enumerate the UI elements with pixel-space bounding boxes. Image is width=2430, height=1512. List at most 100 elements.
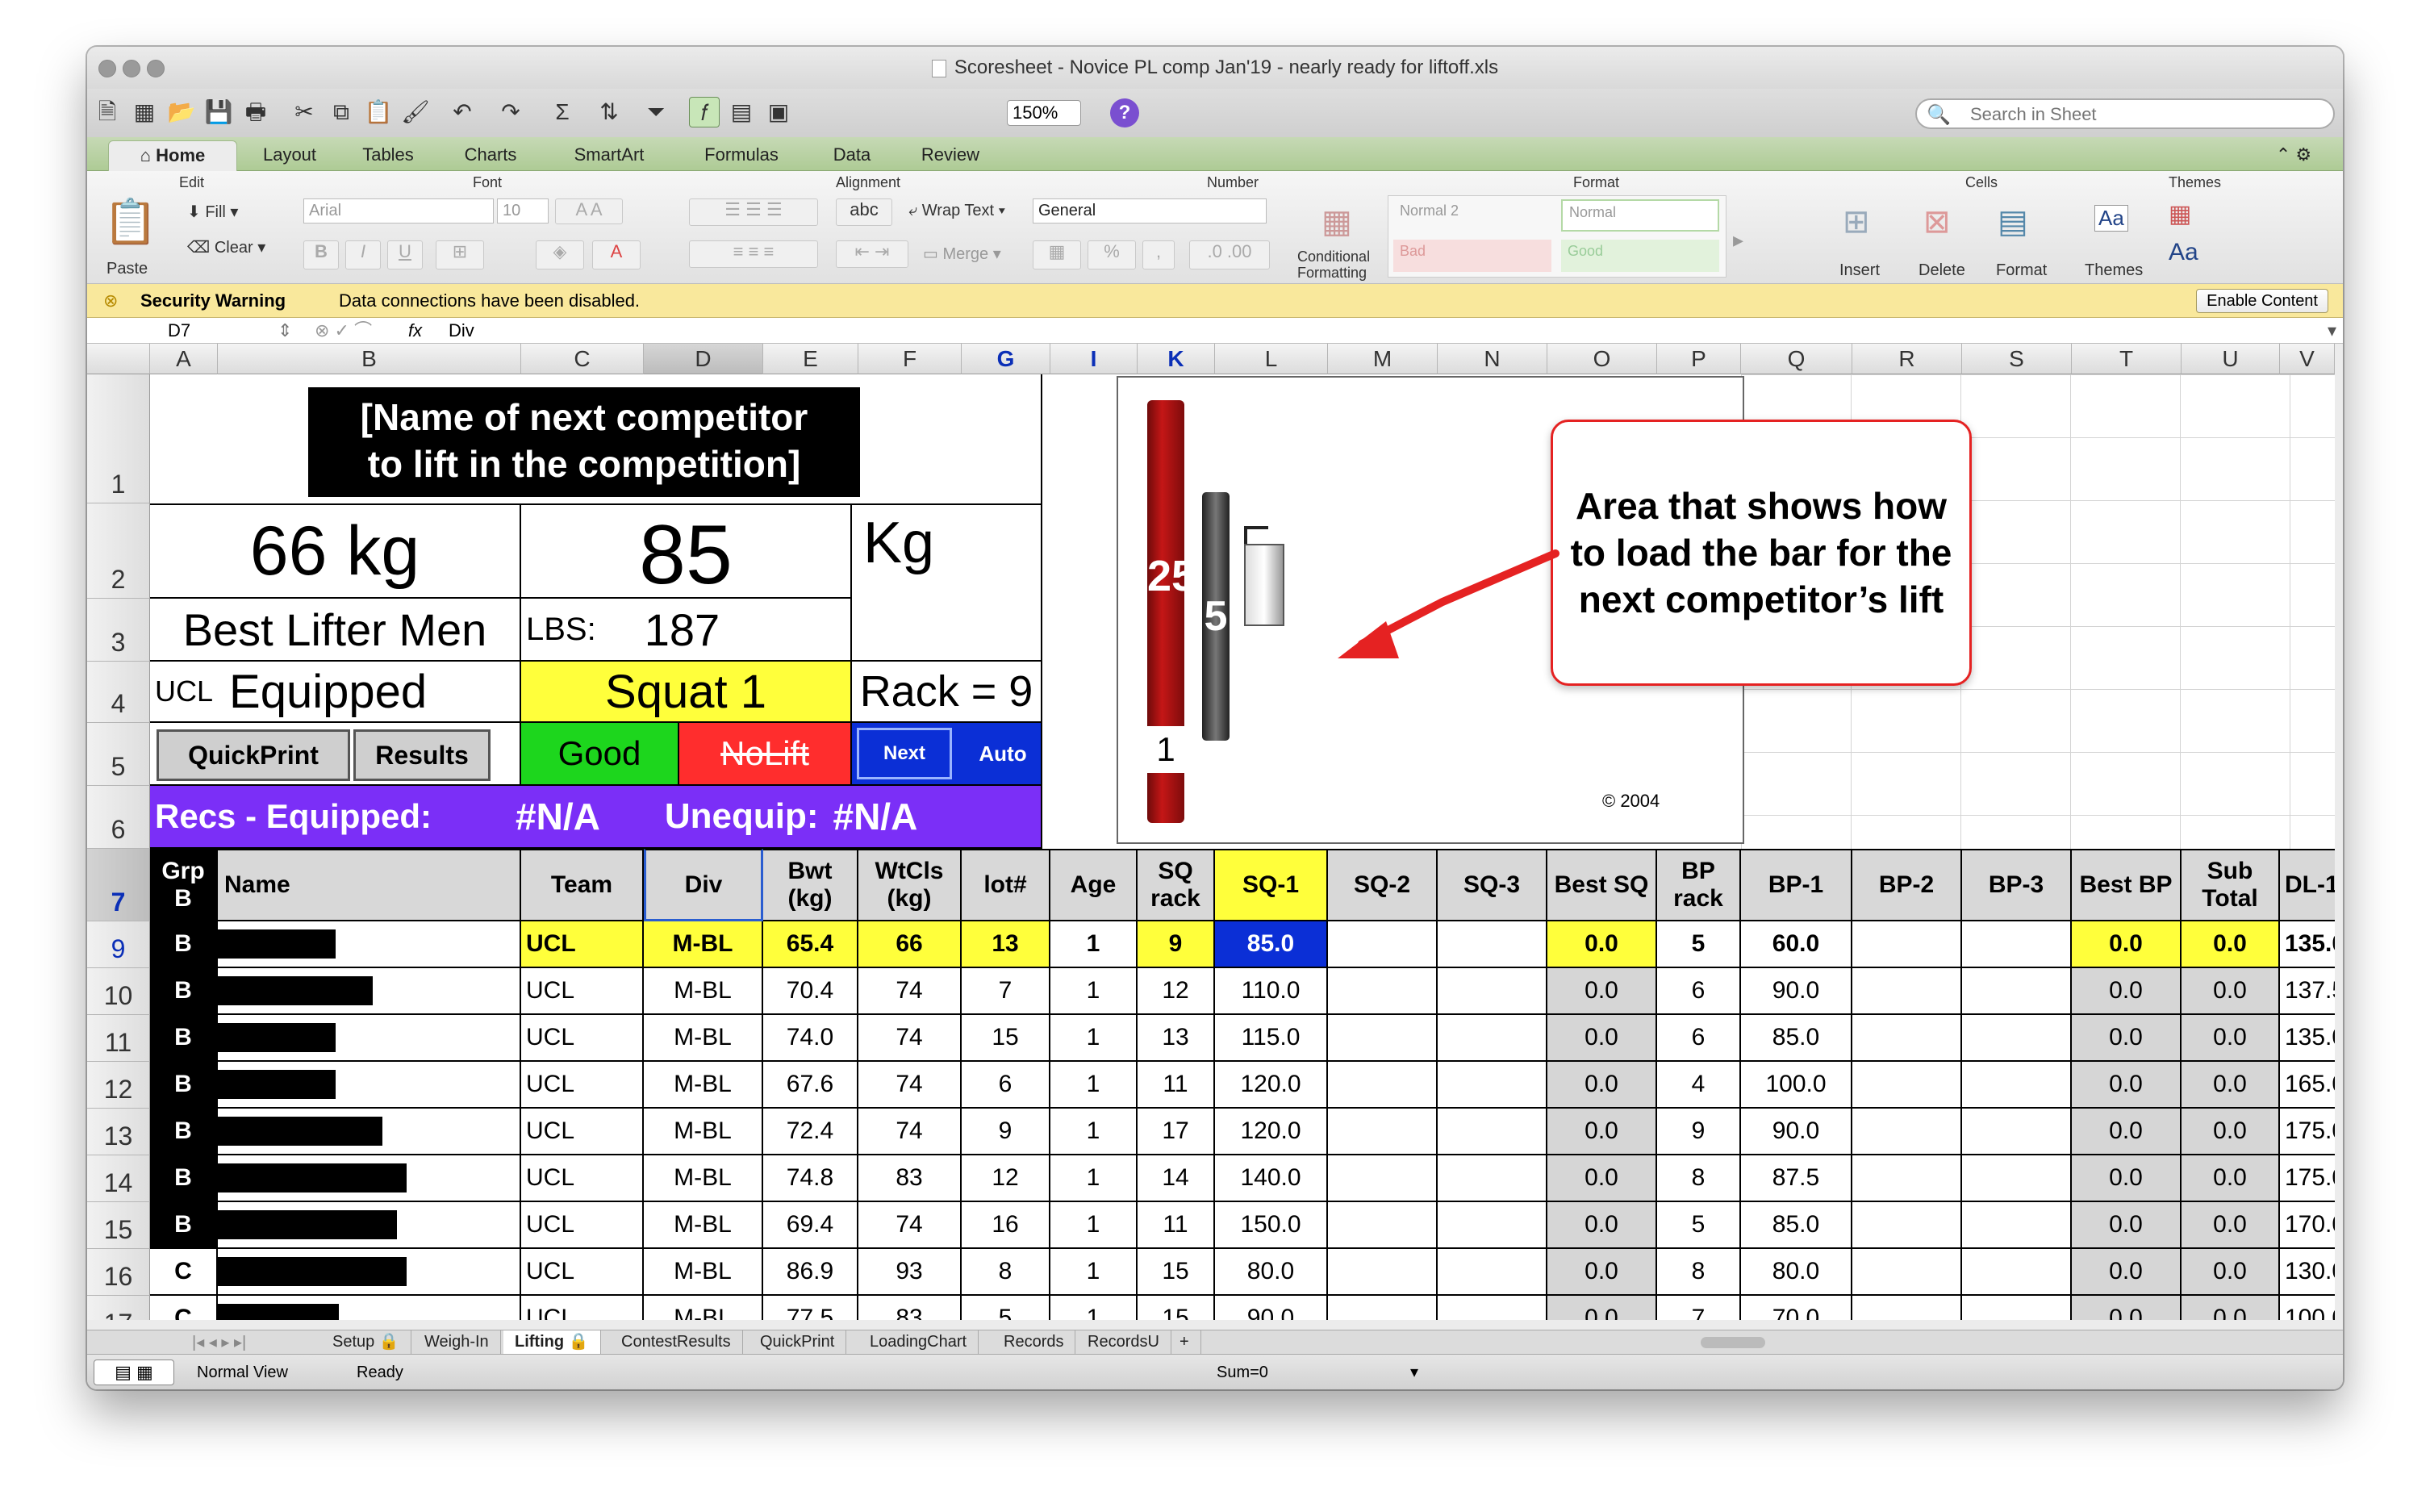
- cell-name[interactable]: [218, 968, 521, 1015]
- cell-age[interactable]: 1: [1050, 921, 1138, 968]
- cell-best-bp[interactable]: 0.0: [2072, 1249, 2182, 1296]
- cell-best-bp[interactable]: 0.0: [2072, 968, 2182, 1015]
- format-cells-icon[interactable]: ▤: [1998, 203, 2028, 240]
- cell-best-sq[interactable]: 0.0: [1547, 1155, 1657, 1202]
- cell-best-sq[interactable]: 0.0: [1547, 1249, 1657, 1296]
- autosum-icon[interactable]: Σ: [547, 97, 578, 127]
- view-toggle-icons[interactable]: ▤ ▦: [94, 1360, 174, 1385]
- col-header-v[interactable]: V: [2280, 344, 2335, 374]
- tab-review[interactable]: Review: [902, 140, 999, 171]
- cell-wtcls[interactable]: 74: [858, 1015, 962, 1062]
- cell-lot[interactable]: 7: [962, 968, 1050, 1015]
- warning-close-icon[interactable]: ⊗: [103, 284, 118, 318]
- col-header-d[interactable]: D: [644, 344, 763, 374]
- cell-team[interactable]: UCL: [521, 1202, 644, 1249]
- cell-best-sq[interactable]: 0.0: [1547, 1109, 1657, 1155]
- cell-bp3[interactable]: [1962, 921, 2072, 968]
- cut-icon[interactable]: ✂: [289, 97, 319, 127]
- sum-dropdown-icon[interactable]: ▾: [1410, 1355, 1418, 1389]
- wrap-text-button[interactable]: ⤶ Wrap Text ▾: [908, 202, 1005, 220]
- cell-sq1[interactable]: 120.0: [1215, 1062, 1328, 1109]
- sheet-tab-setup[interactable]: Setup 🔒: [321, 1330, 411, 1355]
- tab-data[interactable]: Data: [812, 140, 892, 171]
- cell-dl1[interactable]: 135.0: [2280, 1015, 2335, 1062]
- cell-name[interactable]: [218, 1202, 521, 1249]
- cell-sq-rack[interactable]: 12: [1138, 968, 1215, 1015]
- col-header-t[interactable]: T: [2072, 344, 2182, 374]
- cell-bwt[interactable]: 77.5: [763, 1296, 858, 1320]
- row-header-6[interactable]: 6: [87, 786, 150, 849]
- insert-button[interactable]: Insert: [1839, 261, 1880, 280]
- cell-sq1[interactable]: 115.0: [1215, 1015, 1328, 1062]
- cell-sq1[interactable]: 80.0: [1215, 1249, 1328, 1296]
- add-sheet-button[interactable]: +: [1168, 1330, 1201, 1355]
- col-header-q[interactable]: Q: [1741, 344, 1852, 374]
- cell-dl1[interactable]: 165.0: [2280, 1062, 2335, 1109]
- cell-best-sq[interactable]: 0.0: [1547, 968, 1657, 1015]
- formula-builder-icon[interactable]: 𝑓: [689, 97, 720, 127]
- ribbon-collapse-icon[interactable]: ⌃ ⚙: [2257, 140, 2330, 171]
- cell-lot[interactable]: 12: [962, 1155, 1050, 1202]
- cell-div[interactable]: M-BL: [644, 1296, 763, 1320]
- cell-bp1[interactable]: 60.0: [1741, 921, 1852, 968]
- close-window-button[interactable]: [98, 60, 116, 77]
- cell-sq1[interactable]: 110.0: [1215, 968, 1328, 1015]
- cell-best-bp[interactable]: 0.0: [2072, 1109, 2182, 1155]
- cell-bp1[interactable]: 87.5: [1741, 1155, 1852, 1202]
- show-hide-icon[interactable]: ▤: [726, 97, 757, 127]
- gallery-icon[interactable]: ▣: [763, 97, 794, 127]
- cell-team[interactable]: UCL: [521, 1296, 644, 1320]
- align-horizontal-icons[interactable]: ≡ ≡ ≡: [689, 240, 818, 268]
- cell-bp3[interactable]: [1962, 1062, 2072, 1109]
- cell-sub-total[interactable]: 0.0: [2182, 921, 2280, 968]
- row-header-2[interactable]: 2: [87, 503, 150, 599]
- cell-dl1[interactable]: 135.0: [2280, 921, 2335, 968]
- cell-best-sq[interactable]: 0.0: [1547, 921, 1657, 968]
- cell-div[interactable]: M-BL: [644, 921, 763, 968]
- delete-button[interactable]: Delete: [1919, 261, 1965, 280]
- cell-bp2[interactable]: [1852, 1015, 1962, 1062]
- cell-bp2[interactable]: [1852, 1109, 1962, 1155]
- quickprint-button[interactable]: QuickPrint: [157, 729, 350, 781]
- undo-icon[interactable]: ↶: [447, 97, 478, 127]
- copy-icon[interactable]: ⧉: [326, 97, 357, 127]
- cell-bwt[interactable]: 86.9: [763, 1249, 858, 1296]
- col-header-a[interactable]: A: [150, 344, 218, 374]
- cell-name[interactable]: [218, 1249, 521, 1296]
- cell-team[interactable]: UCL: [521, 1249, 644, 1296]
- cell-bp1[interactable]: 70.0: [1741, 1296, 1852, 1320]
- cell-sq-rack[interactable]: 14: [1138, 1155, 1215, 1202]
- row-header-9[interactable]: 9: [87, 921, 150, 968]
- cell-name[interactable]: [218, 1109, 521, 1155]
- orientation-button[interactable]: abc: [836, 198, 892, 226]
- cell-best-sq[interactable]: 0.0: [1547, 1062, 1657, 1109]
- cell-age[interactable]: 1: [1050, 1109, 1138, 1155]
- cell-div[interactable]: M-BL: [644, 1062, 763, 1109]
- col-header-o[interactable]: O: [1547, 344, 1657, 374]
- styles-more-icon[interactable]: ▸: [1733, 228, 1743, 253]
- cell-sq2[interactable]: [1328, 1155, 1438, 1202]
- cell-bp1[interactable]: 100.0: [1741, 1062, 1852, 1109]
- auto-button[interactable]: Auto: [967, 728, 1039, 779]
- cell-bp1[interactable]: 85.0: [1741, 1202, 1852, 1249]
- cell-bwt[interactable]: 70.4: [763, 968, 858, 1015]
- cell-bp-rack[interactable]: 9: [1657, 1109, 1741, 1155]
- formula-buttons-icon[interactable]: ⊗ ✓ ⌒: [315, 318, 372, 344]
- cell-age[interactable]: 1: [1050, 1015, 1138, 1062]
- cell-bp2[interactable]: [1852, 1202, 1962, 1249]
- fill-button[interactable]: ⬇ Fill ▾: [187, 202, 238, 222]
- cell-sq2[interactable]: [1328, 1202, 1438, 1249]
- cell-bp2[interactable]: [1852, 1249, 1962, 1296]
- cell-wtcls[interactable]: 74: [858, 1109, 962, 1155]
- cell-name[interactable]: [218, 1155, 521, 1202]
- comma-icon[interactable]: ,: [1142, 240, 1175, 269]
- cell-div[interactable]: M-BL: [644, 1249, 763, 1296]
- styles-gallery[interactable]: Normal 2 Normal Bad Good: [1388, 195, 1726, 278]
- filter-icon[interactable]: ⏷: [641, 97, 671, 127]
- cell-div[interactable]: M-BL: [644, 968, 763, 1015]
- cell-bp-rack[interactable]: 8: [1657, 1249, 1741, 1296]
- cell-bp3[interactable]: [1962, 1249, 2072, 1296]
- merge-button[interactable]: ▭ Merge ▾: [923, 244, 1001, 264]
- cell-best-bp[interactable]: 0.0: [2072, 1155, 2182, 1202]
- cell-lot[interactable]: 13: [962, 921, 1050, 968]
